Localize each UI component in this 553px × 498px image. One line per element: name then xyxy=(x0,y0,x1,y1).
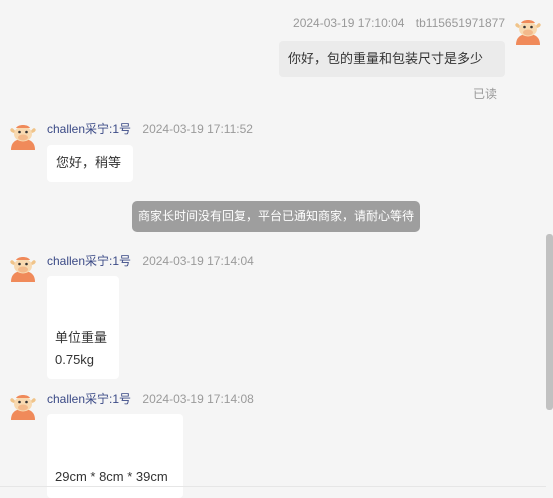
incoming-message-header: challen采宁:1号 2024-03-19 17:14:08 xyxy=(47,390,254,407)
system-notice: 商家长时间没有回复，平台已通知商家，请耐心等待 xyxy=(132,201,420,232)
message-text: 您好，稍等 xyxy=(56,155,122,170)
message-text: 29cm * 8cm * 39cm xyxy=(55,469,168,484)
incoming-message-bubble[interactable]: 您好，稍等 xyxy=(47,145,133,182)
outgoing-message-bubble[interactable]: 你好，包的重量和包装尺寸是多少 xyxy=(279,41,505,77)
message-time: 2024-03-19 17:11:52 xyxy=(142,122,253,136)
message-text: 单位重量 xyxy=(55,330,108,345)
message-time: 2024-03-19 17:10:04 xyxy=(293,16,405,30)
message-text: 0.75kg xyxy=(55,352,95,367)
outgoing-message-header: 2024-03-19 17:10:04 tb115651971877 xyxy=(293,16,505,30)
incoming-message-header: challen采宁:1号 2024-03-19 17:14:04 xyxy=(47,252,254,269)
incoming-message-header: challen采宁:1号 2024-03-19 17:11:52 xyxy=(47,120,253,137)
scrollbar-thumb[interactable] xyxy=(546,234,553,410)
sender-name: tb115651971877 xyxy=(415,16,505,30)
cow-avatar-icon[interactable] xyxy=(8,120,38,150)
message-text: 你好，包的重量和包装尺寸是多少 xyxy=(288,51,484,66)
message-time: 2024-03-19 17:14:08 xyxy=(142,392,254,406)
chat-message-list[interactable]: 2024-03-19 17:10:04 tb115651971877 你好，包的… xyxy=(0,0,553,498)
sender-name[interactable]: challen采宁:1号 xyxy=(47,254,131,268)
cow-avatar-icon[interactable] xyxy=(8,390,38,420)
read-status: 已读 xyxy=(473,87,498,101)
cow-avatar-icon[interactable] xyxy=(513,15,543,45)
message-time: 2024-03-19 17:14:04 xyxy=(142,254,254,268)
incoming-message-bubble[interactable]: 单位重量 0.75kg xyxy=(47,276,119,379)
divider xyxy=(0,486,546,487)
cow-avatar-icon[interactable] xyxy=(8,252,38,282)
sender-name[interactable]: challen采宁:1号 xyxy=(47,122,131,136)
sender-name[interactable]: challen采宁:1号 xyxy=(47,392,131,406)
